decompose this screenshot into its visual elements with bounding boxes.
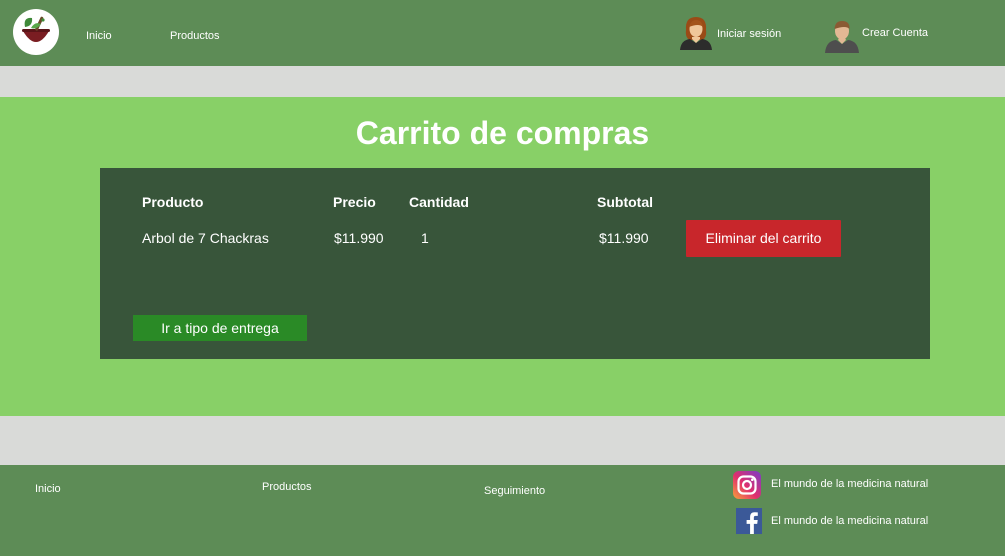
product-name: Arbol de 7 Chackras [142,230,269,246]
footer-link-seguimiento[interactable]: Seguimiento [484,485,545,497]
footer-link-inicio[interactable]: Inicio [35,483,61,495]
register-label: Crear Cuenta [862,27,929,39]
instagram-icon [733,471,761,499]
cart-table: Producto Precio Cantidad Subtotal Arbol … [100,168,930,359]
remove-from-cart-button[interactable]: Eliminar del carrito [686,220,841,257]
user-male-icon [825,21,859,53]
facebook-icon [736,508,763,535]
cart-section: Carrito de compras Producto Precio Canti… [0,97,1005,416]
nav-link-inicio[interactable]: Inicio [86,30,112,42]
footer: Inicio Productos Seguimiento El mundo de… [0,465,1005,556]
logo[interactable] [13,9,59,55]
top-divider-band [0,66,1005,97]
column-header-quantity: Cantidad [409,194,469,210]
facebook-link[interactable]: El mundo de la medicina natural [736,508,976,536]
nav-link-productos[interactable]: Productos [170,30,220,42]
mortar-leaf-icon [22,16,50,42]
column-header-price: Precio [333,194,376,210]
register-link[interactable]: Crear Cuenta [824,17,944,55]
page-title: Carrito de compras [355,115,650,151]
go-to-delivery-button[interactable]: Ir a tipo de entrega [133,315,307,341]
product-quantity: 1 [421,230,429,246]
product-subtotal: $11.990 [599,230,649,246]
column-header-subtotal: Subtotal [597,194,653,210]
bottom-divider-band [0,416,1005,465]
login-link[interactable]: Iniciar sesión [678,14,798,52]
login-label: Iniciar sesión [717,28,782,40]
product-price: $11.990 [334,230,384,246]
footer-link-productos[interactable]: Productos [262,481,312,493]
instagram-label: El mundo de la medicina natural [771,478,929,490]
instagram-link[interactable]: El mundo de la medicina natural [733,471,973,499]
user-female-icon [680,17,712,50]
column-header-product: Producto [142,194,204,210]
facebook-label: El mundo de la medicina natural [771,515,929,527]
top-navbar: Inicio Productos Iniciar sesión Crear Cu… [0,0,1005,66]
